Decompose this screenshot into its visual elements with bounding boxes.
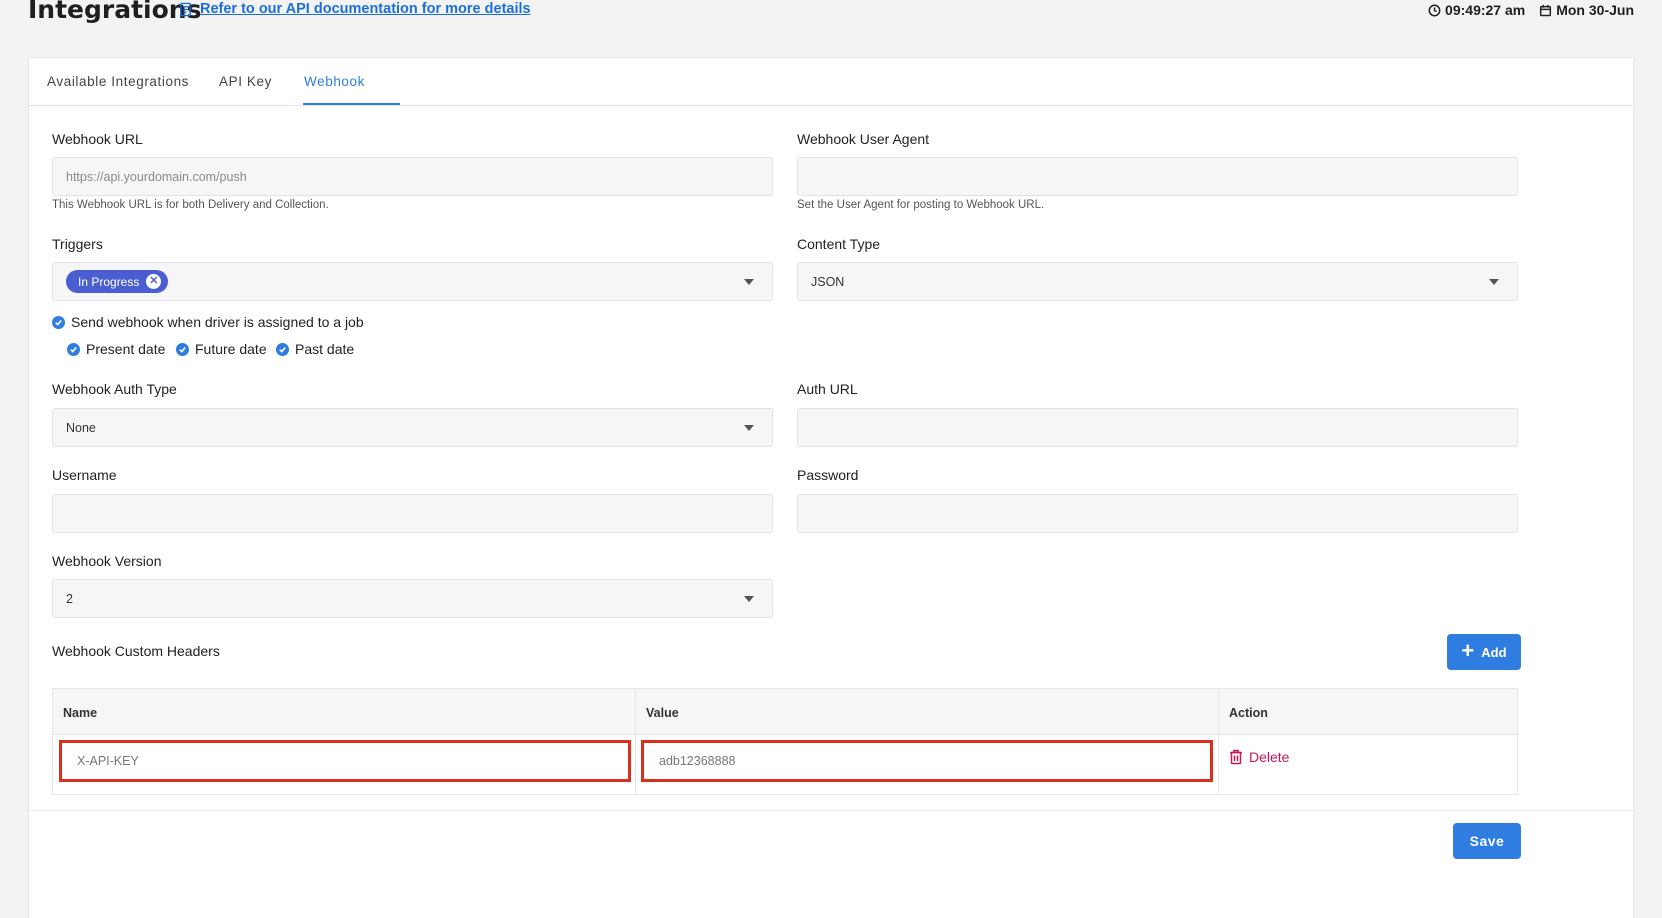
triggers-select[interactable]: In Progress ✕ [52, 262, 773, 301]
username-label: Username [52, 467, 117, 483]
content-type-value: JSON [811, 274, 845, 289]
driver-assigned-checkbox[interactable] [52, 315, 65, 329]
page-header: Integrations Refer to our API documentat… [0, 0, 1662, 40]
past-date-option[interactable]: Past date [276, 341, 354, 357]
calendar-icon [1540, 4, 1552, 16]
password-label: Password [797, 467, 859, 483]
api-doc-link[interactable]: Refer to our API documentation for more … [178, 1, 531, 17]
column-divider [635, 689, 636, 794]
column-header-value: Value [646, 706, 679, 720]
tab-bar: Available Integrations API Key Webhook [29, 58, 1633, 106]
webhook-version-select[interactable]: 2 [52, 579, 773, 618]
chevron-down-icon [1489, 279, 1499, 285]
auth-url-input[interactable] [797, 408, 1518, 447]
present-date-option[interactable]: Present date [67, 341, 165, 357]
api-doc-link-text[interactable]: Refer to our API documentation for more … [200, 1, 531, 17]
add-header-button[interactable]: + Add [1447, 634, 1521, 670]
time-display: 09:49:27 am [1428, 2, 1525, 18]
present-date-checkbox[interactable] [67, 342, 80, 356]
trigger-chip-label: In Progress [78, 274, 140, 289]
delete-label: Delete [1249, 749, 1290, 765]
page-title: Integrations [28, 0, 202, 24]
header-datetime: 09:49:27 am Mon 30-Jun [1428, 2, 1634, 18]
current-time: 09:49:27 am [1445, 2, 1526, 18]
webhook-version-label: Webhook Version [52, 553, 162, 569]
header-name-input[interactable]: X-API-KEY [59, 740, 631, 782]
chevron-down-icon [744, 596, 754, 602]
plus-icon: + [1461, 638, 1475, 663]
driver-assigned-label: Send webhook when driver is assigned to … [71, 314, 364, 330]
auth-type-label: Webhook Auth Type [52, 381, 177, 397]
integrations-card: Available Integrations API Key Webhook W… [28, 57, 1634, 918]
header-value-input[interactable]: adb12368888 [641, 740, 1213, 782]
trash-icon [1230, 749, 1242, 765]
chevron-down-icon [744, 279, 754, 285]
custom-headers-title: Webhook Custom Headers [52, 643, 220, 659]
document-icon [180, 2, 191, 16]
auth-type-value: None [66, 420, 96, 435]
tab-webhook[interactable]: Webhook [304, 74, 365, 89]
password-input[interactable] [797, 494, 1518, 533]
save-button[interactable]: Save [1453, 823, 1521, 859]
webhook-url-hint: This Webhook URL is for both Delivery an… [52, 199, 329, 211]
check-icon [70, 346, 77, 353]
webhook-version-value: 2 [66, 591, 73, 606]
username-input[interactable] [52, 494, 773, 533]
trigger-chip: In Progress ✕ [66, 270, 169, 293]
past-date-label: Past date [295, 341, 355, 357]
present-date-label: Present date [86, 341, 166, 357]
current-date: Mon 30-Jun [1556, 2, 1634, 18]
column-divider [1218, 689, 1219, 794]
content-type-label: Content Type [797, 236, 881, 252]
content-type-select[interactable]: JSON [797, 262, 1518, 301]
user-agent-input[interactable] [797, 157, 1518, 196]
date-display: Mon 30-Jun [1539, 2, 1634, 18]
auth-type-select[interactable]: None [52, 408, 773, 447]
user-agent-hint: Set the User Agent for posting to Webhoo… [797, 199, 1045, 211]
column-header-action: Action [1229, 706, 1268, 720]
check-icon [55, 319, 62, 326]
check-icon [279, 346, 286, 353]
clock-icon [1428, 4, 1441, 16]
custom-headers-table: Name Value Action X-API-KEY adb12368888 … [52, 688, 1518, 795]
webhook-url-label: Webhook URL [52, 131, 143, 147]
delete-header-button[interactable]: Delete [1229, 749, 1289, 765]
check-icon [179, 346, 186, 353]
webhook-url-input[interactable]: https://api.yourdomain.com/push [52, 157, 773, 196]
future-date-label: Future date [195, 341, 267, 357]
past-date-checkbox[interactable] [276, 342, 289, 356]
auth-url-label: Auth URL [797, 381, 858, 397]
active-tab-indicator [303, 103, 400, 105]
future-date-checkbox[interactable] [176, 342, 189, 356]
triggers-label: Triggers [52, 236, 103, 252]
future-date-option[interactable]: Future date [176, 341, 267, 357]
driver-assigned-option[interactable]: Send webhook when driver is assigned to … [52, 314, 364, 330]
chevron-down-icon [744, 425, 754, 431]
footer-divider [29, 810, 1633, 811]
column-header-name: Name [63, 706, 98, 720]
add-header-label: Add [1481, 644, 1507, 660]
table-header: Name Value Action [53, 689, 1517, 735]
tab-api-key[interactable]: API Key [219, 74, 272, 89]
tab-available-integrations[interactable]: Available Integrations [47, 74, 189, 89]
chip-remove-icon[interactable]: ✕ [146, 274, 162, 289]
user-agent-label: Webhook User Agent [797, 131, 930, 147]
